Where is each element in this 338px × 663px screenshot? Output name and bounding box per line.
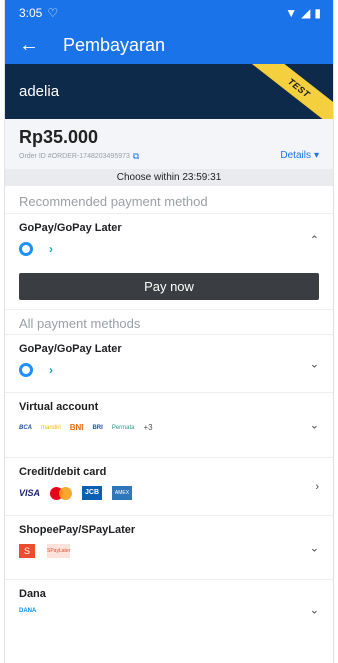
method-name: GoPay/GoPay Later <box>19 222 122 234</box>
more-banks-count: +3 <box>143 423 153 432</box>
method-dana[interactable]: Dana DANA ⌄ <box>5 579 333 639</box>
method-credit-card[interactable]: Credit/debit card VISA JCB AMEX › <box>5 457 333 515</box>
method-virtual-account[interactable]: Virtual account BCA mandiri BNI BRI Perm… <box>5 392 333 457</box>
order-amount: Rp35.000 <box>19 127 99 147</box>
mastercard-logo <box>50 486 73 500</box>
method-logos: › <box>19 242 319 256</box>
order-id-row: Order ID #ORDER-1748203495973 ⧉ <box>19 151 319 162</box>
chevron-down-icon[interactable]: ⌄ <box>310 419 319 432</box>
chevron-right-icon[interactable]: › <box>315 481 319 493</box>
gopay-later-icon: › <box>49 242 53 256</box>
notification-icon: ♡ <box>47 6 59 20</box>
method-logos: DANA <box>19 608 319 614</box>
details-link[interactable]: Details ▾ <box>280 150 319 161</box>
permata-logo: Permata <box>111 424 135 431</box>
method-name: Credit/debit card <box>19 466 107 478</box>
visa-logo: VISA <box>19 488 41 498</box>
caret-down-icon: ▾ <box>313 150 319 161</box>
status-time: 3:05 <box>19 6 43 20</box>
gopay-later-icon: › <box>49 363 53 377</box>
gopay-icon <box>19 363 33 377</box>
order-id: Order ID #ORDER-1748203495973 <box>19 153 130 160</box>
chevron-down-icon[interactable]: ⌄ <box>310 357 319 370</box>
countdown-timer: Choose within 23:59:31 <box>5 169 333 186</box>
battery-icon: ▮ <box>314 6 321 20</box>
recommended-section-label: Recommended payment method <box>19 194 208 209</box>
divider <box>5 300 333 310</box>
method-logos: VISA JCB AMEX <box>19 486 319 500</box>
phone-screen: 3:05 ♡ ▼ ◢ ▮ ← Pembayaran adelia TEST Rp… <box>4 0 334 663</box>
merchant-name: adelia <box>19 83 60 100</box>
amex-logo: AMEX <box>112 486 133 500</box>
copy-icon[interactable]: ⧉ <box>133 151 139 162</box>
shopeepay-logo: S <box>19 544 35 558</box>
bri-logo: BRI <box>92 424 103 431</box>
recommended-method[interactable]: GoPay/GoPay Later › ⌃ <box>5 213 333 265</box>
dana-logo: DANA <box>19 608 37 614</box>
jcb-logo: JCB <box>82 486 103 500</box>
bni-logo: BNI <box>69 423 84 432</box>
method-logos: S SPayLater <box>19 544 319 558</box>
method-logos: › <box>19 363 319 377</box>
bca-logo: BCA <box>19 424 32 431</box>
method-name: ShopeePay/SPayLater <box>19 524 136 536</box>
spaylater-logo: SPayLater <box>47 544 71 558</box>
mandiri-logo: mandiri <box>41 424 61 431</box>
chevron-down-icon[interactable]: ⌄ <box>310 541 319 554</box>
signal-icon: ◢ <box>301 6 311 20</box>
app-bar: ← Pembayaran <box>5 26 333 64</box>
method-shopeepay[interactable]: ShopeePay/SPayLater S SPayLater ⌄ <box>5 515 333 579</box>
test-ribbon: TEST <box>245 64 333 119</box>
wifi-icon: ▼ <box>285 6 298 20</box>
back-arrow-icon[interactable]: ← <box>19 35 49 55</box>
details-label: Details <box>280 150 311 161</box>
status-bar: 3:05 ♡ ▼ ◢ ▮ <box>5 0 333 26</box>
method-name: GoPay/GoPay Later <box>19 343 122 355</box>
chevron-up-icon[interactable]: ⌃ <box>310 233 319 246</box>
method-name: Dana <box>19 588 46 600</box>
gopay-icon <box>19 242 33 256</box>
method-name: Virtual account <box>19 401 99 413</box>
method-logos: BCA mandiri BNI BRI Permata +3 <box>19 423 319 432</box>
pay-now-button[interactable]: Pay now <box>19 273 319 300</box>
merchant-header: adelia TEST <box>5 64 333 119</box>
order-summary: Rp35.000 Order ID #ORDER-1748203495973 ⧉… <box>5 119 333 169</box>
page-title: Pembayaran <box>63 34 166 55</box>
chevron-down-icon[interactable]: ⌄ <box>310 603 319 616</box>
method-gopay[interactable]: GoPay/GoPay Later › ⌄ <box>5 334 333 392</box>
all-methods-section-label: All payment methods <box>19 316 141 331</box>
